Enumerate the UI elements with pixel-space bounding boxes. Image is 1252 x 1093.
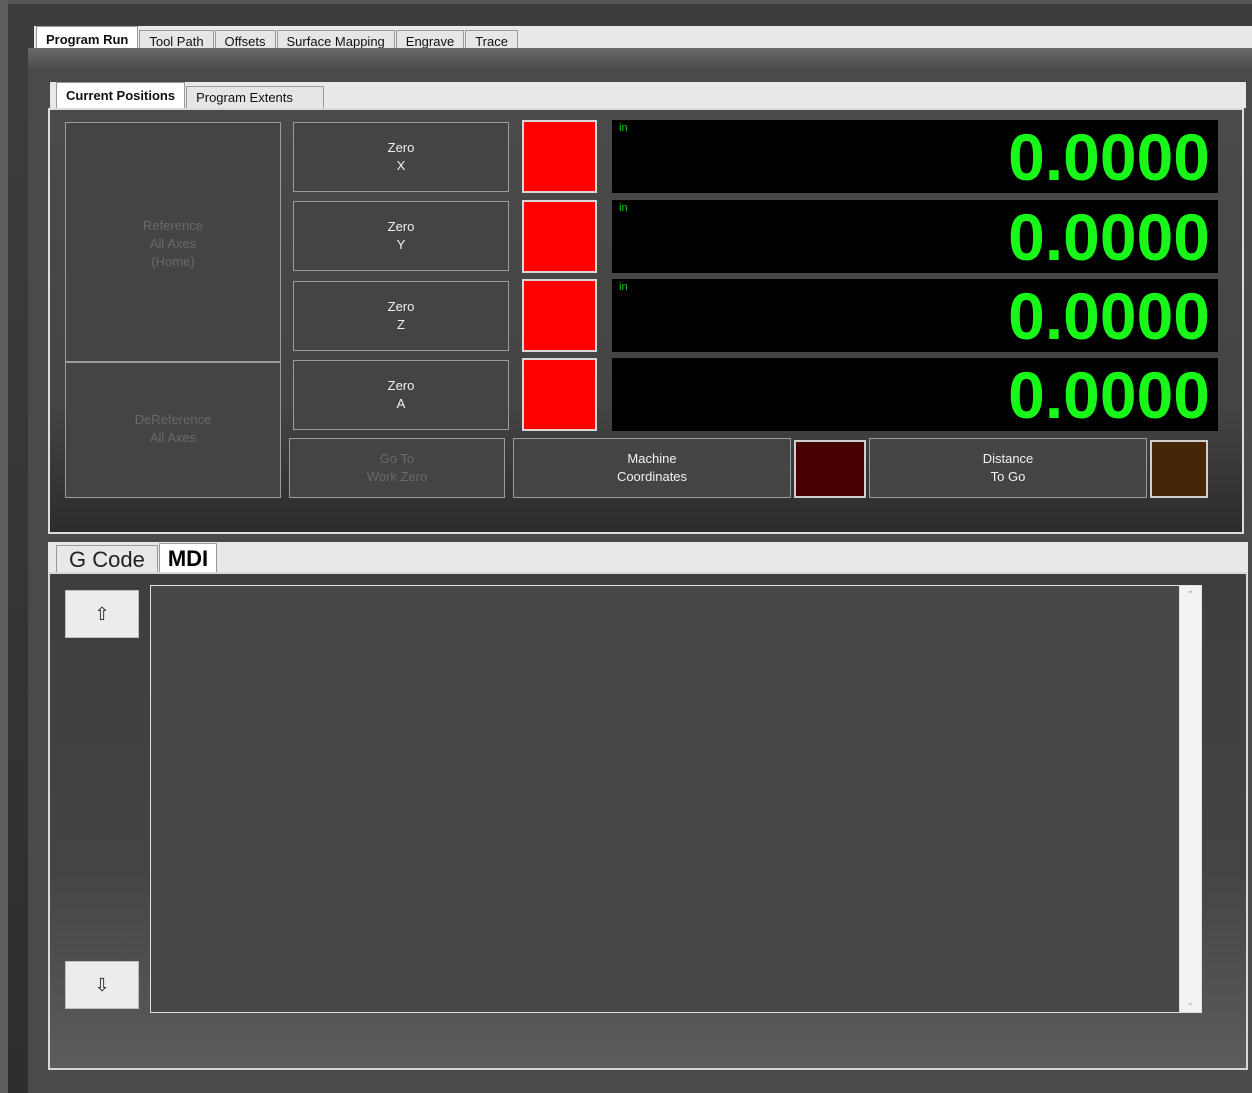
axis-x-indicator xyxy=(522,120,597,193)
machine-coords-line2: Coordinates xyxy=(616,469,688,484)
scrollbar-down-chevron-icon[interactable]: ⌄ xyxy=(1180,997,1201,1008)
machine-coordinates-button[interactable]: Machine Coordinates xyxy=(513,438,791,498)
reference-all-axes-button[interactable]: Reference All Axes (Home) xyxy=(65,122,281,362)
distance-to-go-indicator xyxy=(1150,440,1208,498)
scrollbar-up-chevron-icon[interactable]: ⌃ xyxy=(1180,590,1201,601)
mdi-scrollbar[interactable]: ⌃ ⌄ xyxy=(1179,586,1201,1012)
axis-y-indicator xyxy=(522,200,597,273)
zero-x-axis: X xyxy=(396,158,406,173)
axis-z-indicator xyxy=(522,279,597,352)
zero-x-label: Zero xyxy=(387,140,415,155)
goto-line1: Go To xyxy=(379,451,415,466)
mdi-input-area[interactable]: ⌃ ⌄ xyxy=(150,585,1202,1013)
scroll-up-button[interactable]: ⇧ xyxy=(65,590,139,638)
dro-y-unit: in xyxy=(619,202,628,214)
distance-line1: Distance xyxy=(982,451,1034,466)
axis-a-indicator xyxy=(522,358,597,431)
dro-a-value: 0.0000 xyxy=(1008,358,1210,432)
tab-program-extents[interactable]: Program Extents xyxy=(186,86,325,108)
zero-a-label: Zero xyxy=(387,378,415,393)
reference-line2: All Axes xyxy=(149,236,197,251)
bottom-tab-strip xyxy=(48,542,1248,574)
dro-z[interactable]: in 0.0000 xyxy=(612,279,1218,353)
down-arrow-icon: ⇩ xyxy=(94,974,110,995)
dro-x-value: 0.0000 xyxy=(1008,120,1210,194)
tab-mdi[interactable]: MDI xyxy=(158,543,218,574)
machine-coords-line1: Machine xyxy=(627,451,677,466)
zero-y-label: Zero xyxy=(387,219,415,234)
goto-line2: Work Zero xyxy=(366,469,428,484)
scroll-down-button[interactable]: ⇩ xyxy=(65,961,139,1009)
dro-x-unit: in xyxy=(619,122,628,134)
zero-z-button[interactable]: Zero Z xyxy=(293,281,509,351)
tab-current-positions[interactable]: Current Positions xyxy=(56,82,186,108)
sub-tab-bar: Current Positions Program Extents xyxy=(56,82,325,108)
zero-a-button[interactable]: Zero A xyxy=(293,360,509,430)
distance-to-go-button[interactable]: Distance To Go xyxy=(869,438,1147,498)
dereference-all-axes-button[interactable]: DeReference All Axes xyxy=(65,362,281,498)
zero-x-button[interactable]: Zero X xyxy=(293,122,509,192)
dro-z-unit: in xyxy=(619,281,628,293)
zero-z-axis: Z xyxy=(397,317,405,332)
dro-y-value: 0.0000 xyxy=(1008,200,1210,274)
dro-x[interactable]: in 0.0000 xyxy=(612,120,1218,194)
zero-y-axis: Y xyxy=(396,237,406,252)
go-to-work-zero-button[interactable]: Go To Work Zero xyxy=(289,438,505,498)
zero-z-label: Zero xyxy=(387,299,415,314)
bottom-tab-bar: G Code MDI xyxy=(56,543,218,574)
dereference-line2: All Axes xyxy=(149,430,197,445)
machine-coordinates-indicator xyxy=(794,440,866,498)
tab-g-code[interactable]: G Code xyxy=(56,545,158,574)
reference-line3: (Home) xyxy=(151,254,195,269)
dro-y[interactable]: in 0.0000 xyxy=(612,200,1218,274)
zero-a-axis: A xyxy=(396,396,406,411)
dro-z-value: 0.0000 xyxy=(1008,279,1210,353)
reference-line1: Reference xyxy=(143,218,203,233)
zero-y-button[interactable]: Zero Y xyxy=(293,201,509,271)
dro-a[interactable]: 0.0000 xyxy=(612,358,1218,432)
window-left-border xyxy=(0,0,8,1093)
dereference-line1: DeReference xyxy=(134,412,212,427)
distance-line2: To Go xyxy=(990,469,1026,484)
up-arrow-icon: ⇧ xyxy=(94,603,110,624)
